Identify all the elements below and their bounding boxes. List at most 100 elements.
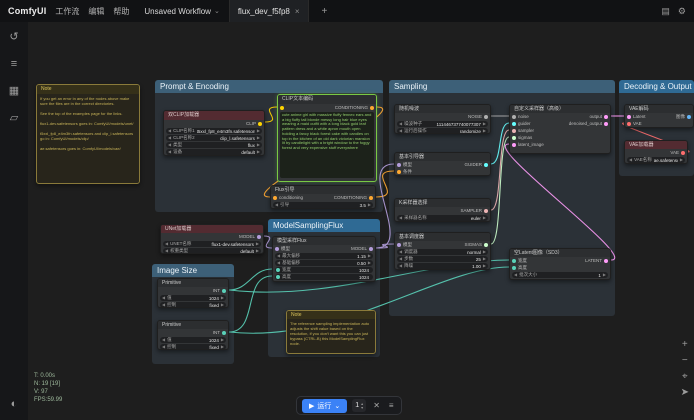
input-slot-guider[interactable]: guider bbox=[512, 121, 531, 126]
history-icon[interactable]: ↺ bbox=[9, 32, 18, 43]
node-model-sampling-flux[interactable]: 模型采样Flux 模型 MODEL ◀最大偏移1.15▶ ◀基础偏移0.50▶ … bbox=[272, 236, 376, 282]
conditioning-slot-dot[interactable] bbox=[397, 170, 401, 174]
widget-batch-size[interactable]: ◀批次大小1▶ bbox=[512, 272, 608, 278]
queue-menu-button[interactable]: ≡ bbox=[387, 401, 396, 410]
widget-guidance[interactable]: ◀引导3.5▶ bbox=[273, 202, 373, 208]
increment-icon[interactable]: ▶ bbox=[256, 241, 259, 247]
output-slot-clip[interactable]: CLIP bbox=[246, 121, 262, 126]
node-title[interactable]: UNet加载器 bbox=[161, 225, 263, 233]
increment-icon[interactable]: ▶ bbox=[257, 128, 260, 134]
input-slot-latent[interactable]: Latent bbox=[627, 114, 646, 119]
group-header[interactable]: Image Size bbox=[152, 264, 234, 277]
increment-icon[interactable]: ▶ bbox=[483, 121, 486, 127]
guider-slot-dot[interactable] bbox=[512, 122, 516, 126]
decrement-icon[interactable]: ◀ bbox=[399, 256, 402, 262]
node-title[interactable]: Primitive bbox=[158, 321, 228, 329]
decrement-icon[interactable]: ◀ bbox=[275, 202, 278, 208]
output-slot-conditioning[interactable]: CONDITIONING bbox=[335, 105, 374, 110]
node-basic-guider[interactable]: 基本引导器 模型 GUIDER 条件 bbox=[394, 152, 491, 176]
latent-slot-dot[interactable] bbox=[512, 143, 516, 147]
increment-icon[interactable]: ▶ bbox=[368, 260, 371, 266]
int-slot-dot[interactable] bbox=[276, 268, 280, 272]
batch-count-stepper[interactable]: 1 ▴▾ bbox=[352, 399, 366, 412]
widget-clip-name2[interactable]: ◀CLIP名称2clip_l.safetensors▶ bbox=[166, 135, 262, 141]
interrupt-button[interactable]: ✕ bbox=[371, 401, 382, 410]
node-title[interactable]: 模型采样Flux bbox=[273, 237, 375, 245]
new-tab-button[interactable]: + bbox=[318, 6, 332, 17]
output-slot-latent[interactable]: LATENT bbox=[585, 258, 608, 263]
node-title[interactable]: K采样器选择 bbox=[395, 199, 490, 207]
group-header[interactable]: ModelSamplingFlux bbox=[268, 219, 380, 232]
output-slot-denoised[interactable]: denoised_output bbox=[569, 121, 608, 126]
increment-icon[interactable]: ▶ bbox=[483, 256, 486, 262]
model-slot-dot[interactable] bbox=[397, 243, 401, 247]
input-slot-latent-image[interactable]: latent_image bbox=[512, 142, 544, 147]
widget-base-shift[interactable]: ◀基础偏移0.50▶ bbox=[275, 260, 373, 266]
clip-slot-dot[interactable] bbox=[258, 122, 262, 126]
node-unet-loader[interactable]: UNet加载器 MODEL ◀UNET名称flux1-dev.safetenso… bbox=[160, 224, 264, 254]
input-slot-sampler[interactable]: sampler bbox=[512, 128, 534, 133]
group-header[interactable]: Decoding & Output bbox=[619, 80, 694, 93]
int-slot-dot[interactable] bbox=[276, 275, 280, 279]
node-basic-scheduler[interactable]: 基本调度器 模型 SIGMAS ◀调度器normal▶ ◀步数25▶ ◀降噪1.… bbox=[394, 232, 491, 270]
prompt-textarea[interactable]: cute anime girl with massive fluffy fenn… bbox=[280, 112, 374, 178]
decrement-icon[interactable]: ◀ bbox=[165, 248, 168, 254]
node-random-noise[interactable]: 随机噪波 NOISE ◀噪波种子111446737740077307▶ ◀运行后… bbox=[394, 104, 491, 134]
node-note[interactable]: Note The reference sampling implementati… bbox=[286, 310, 376, 354]
fit-view-button[interactable]: ⌖ bbox=[682, 372, 688, 382]
latent-slot-dot[interactable] bbox=[604, 259, 608, 263]
node-flux-guidance[interactable]: Flux引导 conditioning CONDITIONING ◀引导3.5▶ bbox=[270, 185, 376, 209]
decrement-icon[interactable]: ▾ bbox=[361, 406, 363, 410]
output-slot-image[interactable]: 图像 bbox=[676, 114, 691, 120]
node-title[interactable]: 自定义采样器（高级） bbox=[510, 105, 610, 113]
settings-gear-icon[interactable]: ⚙ bbox=[678, 6, 686, 17]
int-slot-dot[interactable] bbox=[222, 331, 226, 335]
chevron-down-icon[interactable]: ⌄ bbox=[334, 402, 340, 410]
vae-slot-dot[interactable] bbox=[681, 151, 685, 155]
output-slot-int[interactable]: INT bbox=[213, 330, 226, 335]
widget-control-after-generate[interactable]: ◀运行后操作randomize▶ bbox=[397, 128, 488, 134]
input-widget-width[interactable]: 宽度1024 bbox=[275, 267, 373, 273]
node-note[interactable]: Note If you get an error in any of the n… bbox=[36, 84, 140, 184]
model-slot-dot[interactable] bbox=[275, 247, 279, 251]
increment-icon[interactable]: ▶ bbox=[603, 272, 606, 278]
model-library-icon[interactable]: ▦ bbox=[9, 86, 19, 97]
workflow-name-dropdown[interactable]: Unsaved Workflow⌄ bbox=[144, 7, 219, 16]
input-slot-clip[interactable] bbox=[280, 106, 284, 110]
increment-icon[interactable]: ▶ bbox=[256, 248, 259, 254]
widget-steps[interactable]: ◀步数25▶ bbox=[397, 256, 488, 262]
widget-device[interactable]: ◀设备default▶ bbox=[166, 149, 262, 155]
conditioning-slot-dot[interactable] bbox=[370, 106, 374, 110]
latent-slot-dot[interactable] bbox=[604, 115, 608, 119]
decrement-icon[interactable]: ◀ bbox=[168, 149, 171, 155]
input-slot-model[interactable]: 模型 bbox=[397, 242, 412, 248]
input-slot-sigmas[interactable]: sigmas bbox=[512, 135, 532, 140]
decrement-icon[interactable]: ◀ bbox=[162, 344, 165, 350]
increment-icon[interactable]: ▶ bbox=[221, 302, 224, 308]
widget-value[interactable]: ◀值1024▶ bbox=[160, 295, 226, 301]
widget-noise-seed[interactable]: ◀噪波种子111446737740077307▶ bbox=[397, 121, 488, 127]
int-slot-dot[interactable] bbox=[512, 259, 516, 263]
node-title[interactable]: 双CLIP加载器 bbox=[164, 111, 264, 120]
run-button[interactable]: ▶ 运行 ⌄ bbox=[302, 399, 347, 413]
widget-unet-name[interactable]: ◀UNET名称flux1-dev.safetensors▶ bbox=[163, 241, 261, 247]
int-slot-dot[interactable] bbox=[222, 289, 226, 293]
node-title[interactable]: VAE解码 bbox=[625, 105, 693, 113]
increment-icon[interactable]: ▶ bbox=[368, 253, 371, 259]
increment-icon[interactable]: ▶ bbox=[257, 135, 260, 141]
widget-sampler-name[interactable]: ◀采样器名称euler▶ bbox=[397, 215, 488, 221]
node-title[interactable]: VAE加载器 bbox=[625, 141, 687, 149]
decrement-icon[interactable]: ◀ bbox=[168, 128, 171, 134]
theme-toggle-icon[interactable]: ◐ bbox=[11, 399, 18, 410]
output-slot-vae[interactable]: VAE bbox=[670, 150, 685, 155]
increment-icon[interactable]: ▶ bbox=[221, 295, 224, 301]
output-slot-int[interactable]: INT bbox=[213, 288, 226, 293]
comfyui-logo[interactable]: ComfyUI bbox=[8, 6, 46, 16]
widget-scheduler[interactable]: ◀调度器normal▶ bbox=[397, 249, 488, 255]
node-title[interactable]: Note bbox=[287, 311, 375, 319]
increment-icon[interactable]: ▶ bbox=[483, 128, 486, 134]
increment-icon[interactable]: ▶ bbox=[483, 249, 486, 255]
node-title[interactable]: Primitive bbox=[158, 279, 228, 287]
node-ksampler-select[interactable]: K采样器选择 SAMPLER ◀采样器名称euler▶ bbox=[394, 198, 491, 222]
node-title[interactable]: Flux引导 bbox=[271, 186, 375, 194]
